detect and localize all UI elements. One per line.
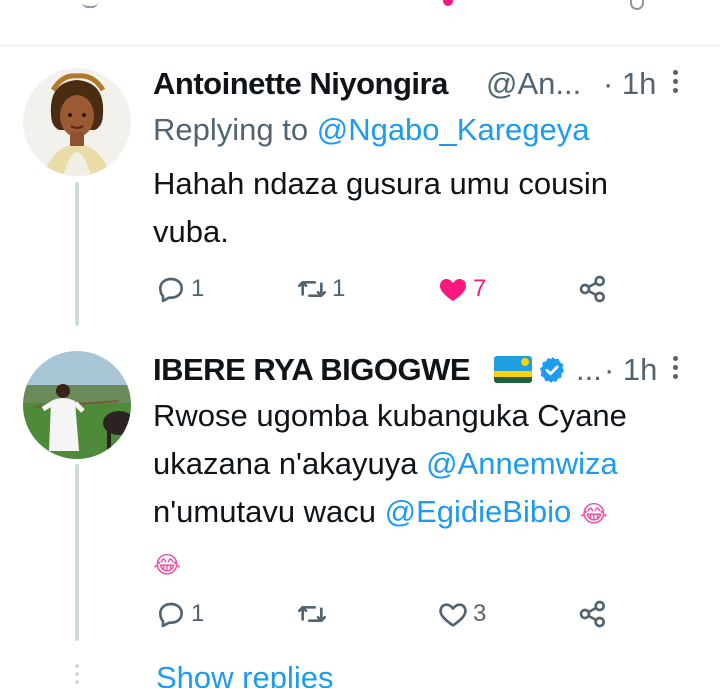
like-count: 7 (473, 275, 487, 302)
tweet[interactable]: IBERE RYA BIGOGWE ... · 1h Rwose ugomba … (0, 326, 720, 641)
tweet-text-line: ukazana n'akayuya @Annemwiza (153, 440, 704, 488)
reply-button[interactable]: 1 (155, 271, 204, 307)
share-icon (579, 600, 605, 628)
like-button[interactable]: 7 (437, 271, 486, 307)
show-replies-link[interactable]: Show replies (156, 660, 333, 688)
user-handle[interactable]: @An... (486, 66, 581, 102)
mention-link[interactable]: @Annemwiza (426, 446, 618, 481)
tweet-actions: 1 3 (153, 596, 704, 632)
avatar[interactable] (23, 68, 131, 176)
more-icon[interactable] (670, 70, 680, 98)
reply-button[interactable]: 1 (155, 596, 204, 632)
text-segment: n'umutavu wacu (153, 494, 385, 529)
replying-prefix: Replying to (153, 112, 309, 147)
thread-line (75, 464, 79, 641)
replying-to: Replying to @Ngabo_Karegeya (153, 112, 589, 148)
tweet-text: Hahah ndaza gusura umu cousin vuba. (153, 160, 704, 256)
retweet-button[interactable]: 1 (296, 271, 345, 307)
replying-to-mention[interactable]: @Ngabo_Karegeya (317, 112, 590, 147)
laughing-emoji: 😂 (153, 552, 182, 579)
mention-link[interactable]: @EgidieBibio (385, 494, 572, 529)
tweet-text-line: Hahah ndaza gusura umu cousin (153, 166, 608, 201)
reply-icon (159, 277, 183, 303)
timestamp[interactable]: · 1h (603, 66, 656, 102)
thread-line (75, 182, 79, 326)
laughing-emoji: 😂 (579, 501, 608, 528)
reply-count: 1 (191, 275, 205, 302)
like-button[interactable]: 3 (437, 596, 486, 632)
more-icon[interactable] (670, 356, 680, 384)
heart-outline-icon (439, 603, 467, 627)
share-icon (579, 275, 605, 303)
partial-icon (82, 0, 98, 8)
display-name[interactable]: IBERE RYA BIGOGWE (153, 352, 471, 388)
avatar[interactable] (23, 351, 131, 459)
share-button[interactable] (577, 596, 609, 632)
verified-badge-icon (539, 356, 565, 384)
timestamp[interactable]: · 1h (604, 352, 657, 388)
retweet-icon (298, 281, 326, 297)
rwanda-flag-icon (494, 356, 532, 383)
text-segment: ukazana n'akayuya (153, 446, 427, 481)
tweet-text-line: n'umutavu wacu @EgidieBibio 😂 (153, 488, 704, 539)
partial-heart-icon (443, 0, 453, 6)
display-name[interactable]: Antoinette Niyongira (153, 66, 448, 102)
tweet-header: Antoinette Niyongira @An... · 1h (153, 66, 704, 106)
tweet-header: IBERE RYA BIGOGWE ... · 1h (153, 352, 704, 392)
show-replies-row[interactable]: Show replies (0, 650, 720, 688)
retweet-button[interactable] (296, 596, 332, 632)
reply-count: 1 (191, 600, 205, 627)
thread-dots (75, 664, 81, 688)
retweet-icon (298, 606, 326, 622)
previous-tweet-bottom (0, 0, 720, 46)
retweet-count: 1 (332, 275, 346, 302)
tweet-text-line: vuba. (153, 214, 229, 249)
tweet-text: Rwose ugomba kubanguka Cyane ukazana n'a… (153, 392, 704, 590)
reply-icon (159, 602, 183, 628)
tweet-actions: 1 1 7 (153, 271, 704, 307)
heart-filled-icon (440, 279, 466, 301)
like-count: 3 (473, 600, 487, 627)
tweet-text-line: Rwose ugomba kubanguka Cyane (153, 398, 627, 433)
partial-share-icon (630, 0, 644, 10)
share-button[interactable] (577, 271, 609, 307)
user-handle[interactable]: ... (576, 352, 602, 388)
tweet[interactable]: Antoinette Niyongira @An... · 1h Replyin… (0, 46, 720, 326)
tweet-text-line: 😂 (153, 539, 704, 590)
